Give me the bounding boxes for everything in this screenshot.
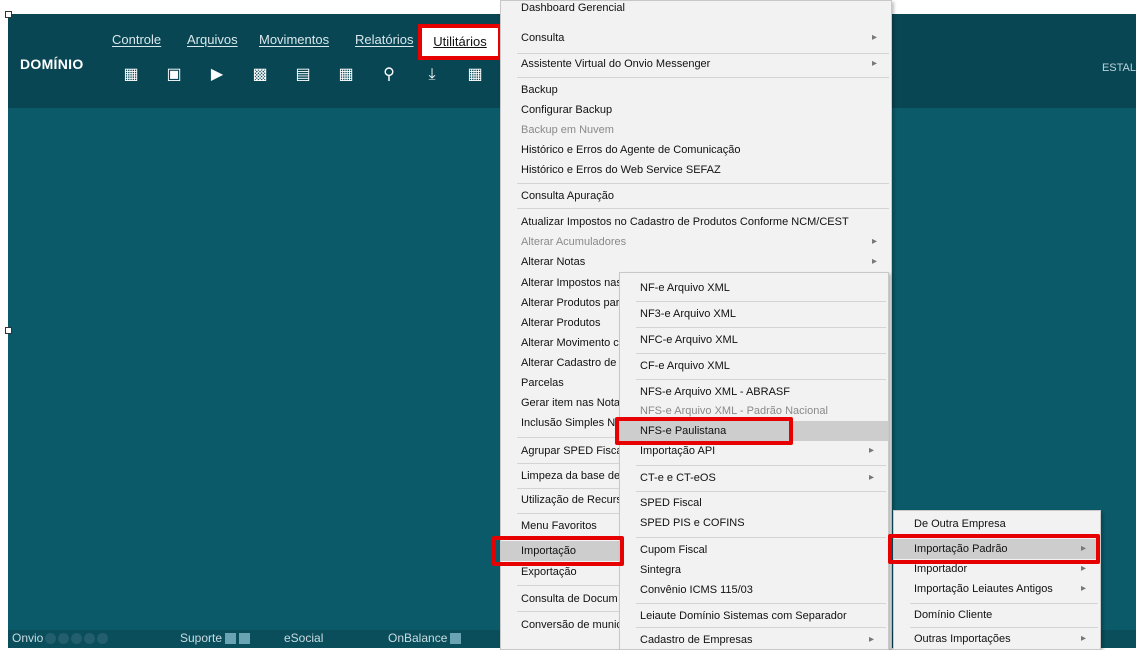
chevron-right-icon: ▸ [1080, 543, 1086, 554]
importacao-submenu: NF-e Arquivo XML NF3-e Arquivo XML NFC-e… [619, 272, 889, 650]
submenu-item-nfse-abrasf[interactable]: NFS-e Arquivo XML - ABRASF [620, 382, 888, 402]
submenu-item-dominio-cliente[interactable]: Domínio Cliente [894, 605, 1100, 625]
chevron-right-icon: ▸ [868, 445, 874, 456]
menu-item-backup-nuvem: Backup em Nuvem [521, 124, 614, 136]
submenu-item-nfce-xml[interactable]: NFC-e Arquivo XML [620, 330, 888, 350]
grid-icon[interactable]: ▦ [466, 66, 484, 84]
submenu-item-nfse-nacional: NFS-e Arquivo XML - Padrão Nacional [640, 405, 828, 417]
building-icon[interactable]: ▦ [122, 66, 140, 84]
search-icon[interactable]: ⚲ [380, 66, 398, 84]
resize-handle[interactable] [5, 327, 12, 334]
menu-utilitarios[interactable]: Utilitários [418, 24, 502, 60]
plus-icon [225, 633, 237, 645]
submenu-item-sintegra[interactable]: Sintegra [620, 560, 888, 580]
chevron-right-icon: ▸ [868, 472, 874, 483]
menu-item-backup[interactable]: Backup [501, 80, 891, 100]
chevron-right-icon: ▸ [871, 236, 877, 247]
submenu-item-cupom-fiscal[interactable]: Cupom Fiscal [620, 540, 888, 560]
submenu-item-importador[interactable]: Importador ▸ [894, 559, 1100, 579]
company-label: ESTAL [1101, 62, 1136, 74]
menu-item-consulta[interactable]: Consulta ▸ [501, 28, 891, 48]
submenu-item-outras-importacoes[interactable]: Outras Importações ▸ [894, 629, 1100, 649]
submenu-item-nf3e-xml[interactable]: NF3-e Arquivo XML [620, 304, 888, 324]
submenu-item-sped-pis-cofins[interactable]: SPED PIS e COFINS [620, 513, 888, 533]
resize-handle[interactable] [5, 11, 12, 18]
submenu-item-cfe-xml[interactable]: CF-e Arquivo XML [620, 356, 888, 376]
brand-logo: DOMÍNIO [20, 56, 84, 72]
menu-item-historico-agente[interactable]: Histórico e Erros do Agente de Comunicaç… [501, 140, 891, 160]
menu-item-configurar-backup[interactable]: Configurar Backup [501, 100, 891, 120]
menu-controle[interactable]: Controle [112, 32, 161, 47]
printer-icon[interactable]: ▤ [294, 66, 312, 84]
menu-arquivos[interactable]: Arquivos [187, 32, 238, 47]
menu-item-assistente[interactable]: Assistente Virtual do Onvio Messenger ▸ [501, 54, 891, 74]
submenu-item-importacao-api[interactable]: Importação API ▸ [620, 441, 888, 461]
menu-item-atualizar-impostos[interactable]: Atualizar Impostos no Cadastro de Produt… [501, 212, 891, 232]
menu-item-dashboard[interactable]: Dashboard Gerencial [501, 3, 891, 17]
download-icon[interactable]: ⤓ [423, 66, 441, 84]
submenu-item-leiautes-antigos[interactable]: Importação Leiautes Antigos ▸ [894, 579, 1100, 599]
menu-item-alterar-acumuladores: Alterar Acumuladores ▸ [501, 232, 891, 252]
document-icon[interactable]: ▩ [251, 66, 269, 84]
submenu-item-importacao-padrao[interactable]: Importação Padrão ▸ [894, 539, 1100, 559]
submenu-item-leiaute-dominio[interactable]: Leiaute Domínio Sistemas com Separador [620, 606, 888, 626]
submenu-item-nfse-paulistana[interactable]: NFS-e Paulistana [620, 421, 888, 441]
menu-item-consulta-apuracao[interactable]: Consulta Apuração [501, 186, 891, 206]
onbalance-label[interactable]: OnBalance [388, 631, 462, 645]
importacao-padrao-submenu: De Outra Empresa Importação Padrão ▸ Impo… [893, 510, 1101, 650]
submenu-item-convenio-icms[interactable]: Convênio ICMS 115/03 [620, 580, 888, 600]
mail-icon [450, 633, 462, 645]
submenu-item-cte[interactable]: CT-e e CT-eOS ▸ [620, 468, 888, 488]
exit-icon[interactable]: ▶ [208, 66, 226, 84]
submenu-item-de-outra-empresa[interactable]: De Outra Empresa [894, 514, 1100, 534]
chevron-right-icon: ▸ [871, 256, 877, 267]
chevron-right-icon: ▸ [1080, 563, 1086, 574]
menu-item-historico-sefaz[interactable]: Histórico e Erros do Web Service SEFAZ [501, 160, 891, 180]
list-icon [239, 633, 251, 645]
onvio-label[interactable]: Onvio [12, 631, 109, 645]
calculator-icon[interactable]: ▦ [337, 66, 355, 84]
chevron-right-icon: ▸ [1080, 633, 1086, 644]
chevron-right-icon: ▸ [1080, 583, 1086, 594]
submenu-item-nfe-xml[interactable]: NF-e Arquivo XML [620, 278, 888, 298]
submenu-item-sped-fiscal[interactable]: SPED Fiscal [620, 493, 888, 513]
menu-item-alterar-notas[interactable]: Alterar Notas ▸ [501, 252, 891, 272]
submenu-item-cadastro-empresas[interactable]: Cadastro de Empresas ▸ [620, 630, 888, 650]
chevron-right-icon: ▸ [871, 32, 877, 43]
suporte-label[interactable]: Suporte [180, 631, 251, 645]
esocial-label[interactable]: eSocial [284, 631, 323, 645]
menu-movimentos[interactable]: Movimentos [259, 32, 329, 47]
menu-relatorios[interactable]: Relatórios [355, 32, 414, 47]
chevron-right-icon: ▸ [871, 58, 877, 69]
chevron-right-icon: ▸ [868, 634, 874, 645]
puzzle-icon[interactable]: ▣ [165, 66, 183, 84]
